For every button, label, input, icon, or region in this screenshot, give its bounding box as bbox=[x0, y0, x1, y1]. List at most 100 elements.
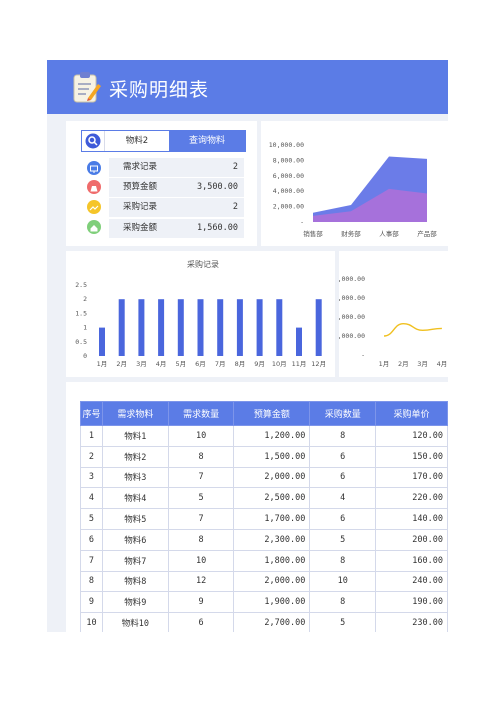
cell-unit-price[interactable]: 190.00 bbox=[375, 591, 448, 614]
cell-item[interactable]: 物料3 bbox=[101, 466, 169, 489]
cell-purchase-qty[interactable]: 6 bbox=[309, 466, 377, 489]
line-y-tick-label: 4,000.00 bbox=[339, 275, 365, 283]
cell-budget[interactable]: 1,900.00 bbox=[233, 591, 311, 614]
table-row[interactable]: 7 物料7 10 1,800.00 8 160.00 bbox=[80, 549, 448, 572]
line-x-tick-label: 3月 bbox=[417, 360, 428, 368]
cell-demand-qty[interactable]: 6 bbox=[167, 612, 235, 632]
cell-demand-qty[interactable]: 7 bbox=[167, 466, 235, 489]
col-header-unit-price: 采购单价 bbox=[375, 401, 448, 426]
bar-y-tick-label: 2 bbox=[83, 295, 87, 303]
trend-icon bbox=[87, 200, 101, 214]
cell-unit-price[interactable]: 150.00 bbox=[375, 445, 448, 468]
cell-index[interactable]: 8 bbox=[80, 570, 103, 593]
table-row[interactable]: 3 物料3 7 2,000.00 6 170.00 bbox=[80, 466, 448, 489]
cell-index[interactable]: 4 bbox=[80, 487, 103, 510]
cell-item[interactable]: 物料9 bbox=[101, 591, 169, 614]
cell-index[interactable]: 5 bbox=[80, 508, 103, 530]
cell-demand-qty[interactable]: 10 bbox=[167, 549, 235, 572]
cell-demand-qty[interactable]: 10 bbox=[167, 425, 235, 447]
cell-item[interactable]: 物料2 bbox=[101, 445, 169, 468]
cell-unit-price[interactable]: 140.00 bbox=[375, 508, 448, 530]
col-header-index: 序号 bbox=[80, 401, 103, 426]
cell-unit-price[interactable]: 200.00 bbox=[375, 528, 448, 551]
cell-index[interactable]: 2 bbox=[80, 445, 103, 468]
cell-purchase-qty[interactable]: 4 bbox=[309, 487, 377, 510]
cell-budget[interactable]: 1,200.00 bbox=[233, 425, 311, 447]
money-bag-icon bbox=[87, 180, 101, 194]
dept-area-chart: 10,000.00 8,000.00 6,000.00 4,000.00 2,000.0… bbox=[269, 141, 437, 238]
cell-unit-price[interactable]: 120.00 bbox=[375, 425, 448, 447]
area-y-tick-label: 8,000.00 bbox=[273, 156, 304, 164]
cell-demand-qty[interactable]: 8 bbox=[167, 528, 235, 551]
monthly-line-chart-panel: 4,000.00 3,000.00 2,000.00 1,000.00 - 1月 2月 3月 4… bbox=[334, 251, 448, 377]
query-item-button[interactable]: 查询物料 bbox=[169, 131, 245, 151]
cell-item[interactable]: 物料7 bbox=[101, 549, 169, 572]
cell-index[interactable]: 9 bbox=[80, 591, 103, 614]
cell-item[interactable]: 物料10 bbox=[101, 612, 169, 632]
bar-x-tick-label: 9月 bbox=[254, 360, 265, 368]
cell-item[interactable]: 物料6 bbox=[101, 528, 169, 551]
table-row[interactable]: 6 物料6 8 2,300.00 5 200.00 bbox=[80, 528, 448, 551]
col-header-demand-qty: 需求数量 bbox=[167, 401, 235, 426]
table-row[interactable]: 5 物料5 7 1,700.00 6 140.00 bbox=[80, 508, 448, 530]
cell-demand-qty[interactable]: 7 bbox=[167, 508, 235, 530]
cell-index[interactable]: 1 bbox=[80, 425, 103, 447]
area-x-tick-label: 财务部 bbox=[341, 229, 361, 238]
cell-unit-price[interactable]: 220.00 bbox=[375, 487, 448, 510]
area-x-tick-label: 人事部 bbox=[379, 229, 399, 238]
cell-purchase-qty[interactable]: 8 bbox=[309, 549, 377, 572]
cell-purchase-qty[interactable]: 5 bbox=[309, 612, 377, 632]
cell-unit-price[interactable]: 240.00 bbox=[375, 570, 448, 593]
bar-10月 bbox=[276, 299, 283, 356]
cell-index[interactable]: 10 bbox=[80, 612, 103, 632]
cell-item[interactable]: 物料5 bbox=[101, 508, 169, 530]
table-row[interactable]: 9 物料9 9 1,900.00 8 190.00 bbox=[80, 591, 448, 614]
cell-purchase-qty[interactable]: 10 bbox=[309, 570, 377, 593]
cell-unit-price[interactable]: 230.00 bbox=[375, 612, 448, 632]
table-row[interactable]: 2 物料2 8 1,500.00 6 150.00 bbox=[80, 445, 448, 468]
cell-budget[interactable]: 2,000.00 bbox=[233, 570, 311, 593]
cell-budget[interactable]: 2,300.00 bbox=[233, 528, 311, 551]
selected-item-value[interactable]: 物料2 bbox=[104, 131, 169, 151]
cell-index[interactable]: 6 bbox=[80, 528, 103, 551]
bar-y-tick-label: 1 bbox=[83, 324, 87, 332]
cell-budget[interactable]: 2,500.00 bbox=[233, 487, 311, 510]
table-row[interactable]: 4 物料4 5 2,500.00 4 220.00 bbox=[80, 487, 448, 510]
cell-purchase-qty[interactable]: 6 bbox=[309, 445, 377, 468]
cell-purchase-qty[interactable]: 5 bbox=[309, 528, 377, 551]
item-selector[interactable]: 物料2 查询物料 bbox=[81, 130, 246, 152]
cell-purchase-qty[interactable]: 6 bbox=[309, 508, 377, 530]
bar-x-tick-label: 1月 bbox=[97, 360, 108, 368]
cell-demand-qty[interactable]: 12 bbox=[167, 570, 235, 593]
cell-item[interactable]: 物料8 bbox=[101, 570, 169, 593]
cell-budget[interactable]: 1,800.00 bbox=[233, 549, 311, 572]
col-header-item: 需求物料 bbox=[101, 401, 169, 426]
cell-demand-qty[interactable]: 8 bbox=[167, 445, 235, 468]
cell-index[interactable]: 3 bbox=[80, 466, 103, 489]
spreadsheet-area: 采购明细表 物料2 查询物料 需求记录 2 预算金额 3,500.00 采购记录… bbox=[47, 60, 448, 632]
bar-1月 bbox=[99, 327, 105, 356]
cell-unit-price[interactable]: 160.00 bbox=[375, 549, 448, 572]
cell-budget[interactable]: 2,700.00 bbox=[233, 612, 311, 632]
table-row[interactable]: 10 物料10 6 2,700.00 5 230.00 bbox=[80, 612, 448, 632]
home-icon bbox=[87, 220, 101, 234]
cell-budget[interactable]: 1,500.00 bbox=[233, 445, 311, 468]
cell-unit-price[interactable]: 170.00 bbox=[375, 466, 448, 489]
cell-purchase-qty[interactable]: 8 bbox=[309, 591, 377, 614]
cell-item[interactable]: 物料4 bbox=[101, 487, 169, 510]
cell-demand-qty[interactable]: 5 bbox=[167, 487, 235, 510]
stat-label-budget-amount: 预算金额 bbox=[109, 178, 171, 197]
cell-purchase-qty[interactable]: 8 bbox=[309, 425, 377, 447]
area-y-tick-label: 4,000.00 bbox=[273, 187, 304, 195]
cell-budget[interactable]: 2,000.00 bbox=[233, 466, 311, 489]
cell-demand-qty[interactable]: 9 bbox=[167, 591, 235, 614]
cell-index[interactable]: 7 bbox=[80, 549, 103, 572]
bar-x-tick-label: 11月 bbox=[292, 360, 307, 368]
header-banner: 采购明细表 bbox=[47, 60, 448, 114]
table-row[interactable]: 8 物料8 12 2,000.00 10 240.00 bbox=[80, 570, 448, 593]
table-row[interactable]: 1 物料1 10 1,200.00 8 120.00 bbox=[80, 425, 448, 447]
bar-x-tick-label: 5月 bbox=[175, 360, 186, 368]
cell-item[interactable]: 物料1 bbox=[101, 425, 169, 447]
cell-budget[interactable]: 1,700.00 bbox=[233, 508, 311, 530]
line-series bbox=[383, 322, 442, 337]
